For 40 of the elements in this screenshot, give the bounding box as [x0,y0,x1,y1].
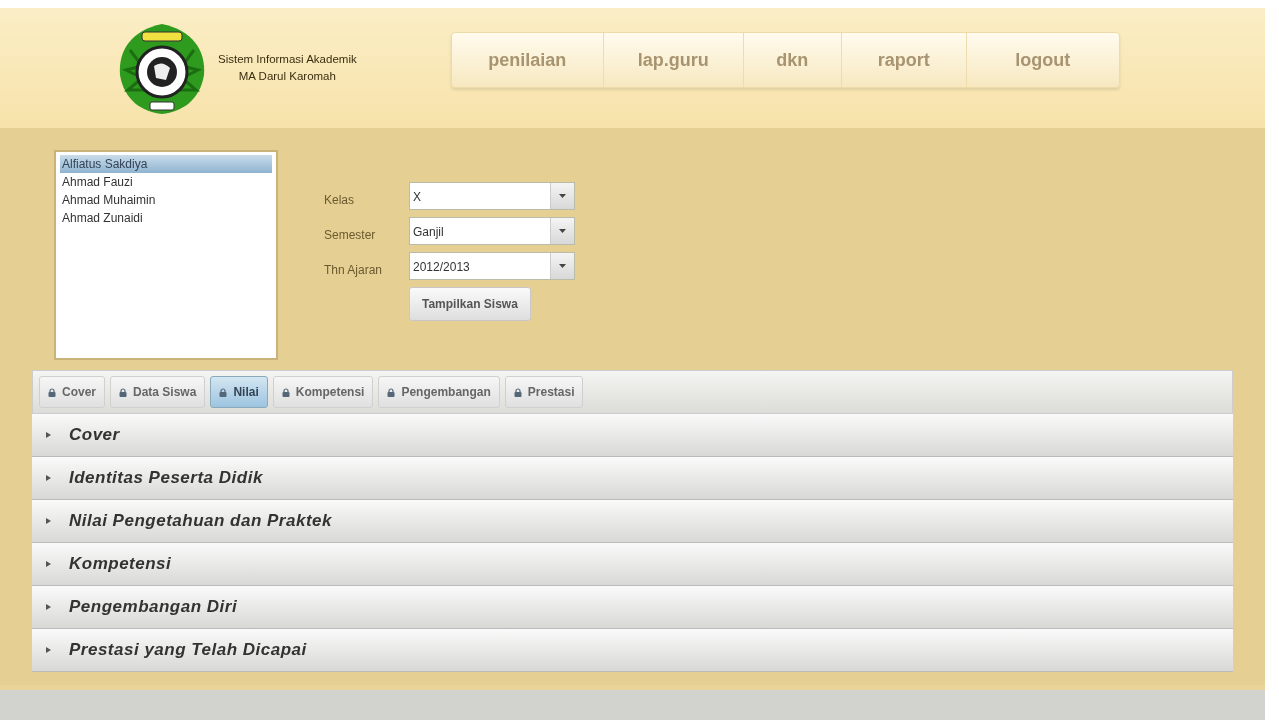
caret-icon [46,432,51,438]
tab[interactable]: Prestasi [504,376,584,408]
caret-icon [46,604,51,610]
student-list-item[interactable]: Ahmad Muhaimin [60,191,272,209]
tab[interactable]: Pengembangan [378,376,500,408]
lock-icon [219,387,228,397]
dropdown-field[interactable]: X [409,182,575,210]
lock-icon [48,387,56,397]
lock-icon [119,387,127,397]
tab[interactable]: Cover [39,376,105,408]
caret-icon [46,561,51,567]
field-label: Semester [324,226,377,244]
lock-icon [387,387,396,397]
tab[interactable]: Nilai [210,376,268,408]
lock-icon [281,387,290,397]
accordion-header[interactable]: Identitas Peserta Didik [32,457,1233,500]
accordion-header[interactable]: Prestasi yang Telah Dicapai [32,629,1233,672]
dropdown-arrow-icon [559,229,566,233]
field-label: Thn Ajaran [324,261,384,279]
dropdown-field[interactable]: 2012/2013 [409,252,575,280]
student-list-item[interactable]: Ahmad Zunaidi [60,209,272,227]
student-list-item[interactable]: Ahmad Fauzi [60,173,272,191]
caret-icon [46,475,51,481]
dropdown-arrow-icon [559,194,566,198]
dropdown-arrow-icon [559,264,566,268]
school-name: MA Darul Karomah [237,69,337,84]
accordion-header[interactable]: Cover [32,414,1233,457]
caret-icon [46,518,51,524]
student-list-item[interactable]: Alfiatus Sakdiya [60,155,272,173]
dropdown-field[interactable]: Ganjil [409,217,575,245]
tab[interactable]: Kompetensi [272,376,374,408]
accordion-header[interactable]: Pengembangan Diri [32,586,1233,629]
show-students-button[interactable]: Tampilkan Siswa [409,287,531,321]
caret-icon [46,647,51,653]
tab[interactable]: Data Siswa [110,376,206,408]
lock-icon [513,387,522,397]
accordion-header[interactable]: Nilai Pengetahuan dan Praktek [32,500,1233,543]
app-title: Sistem Informasi Akademik [218,52,357,68]
accordion-header[interactable]: Kompetensi [32,543,1233,586]
field-label: Kelas [324,191,356,209]
